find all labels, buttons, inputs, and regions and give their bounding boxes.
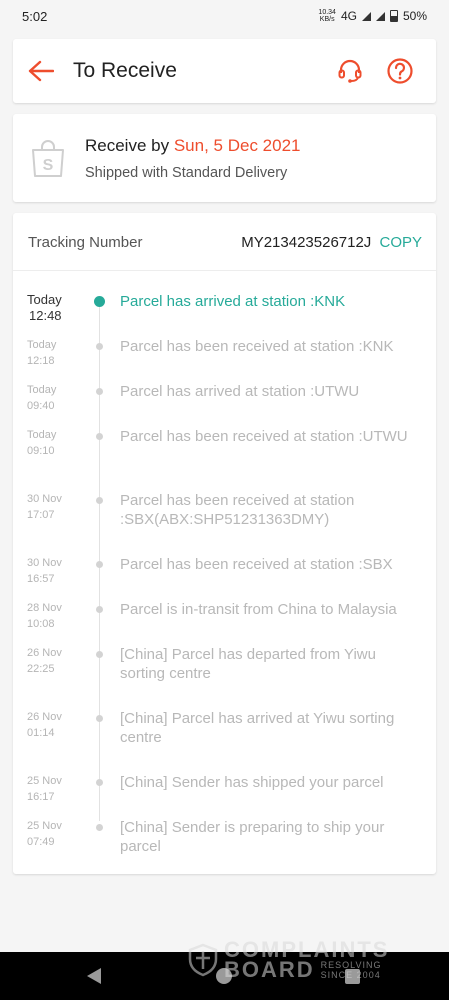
watermark-line2: BOARD <box>224 957 315 982</box>
question-circle-icon <box>387 58 413 84</box>
event-message: [China] Parcel has departed from Yiwu so… <box>120 646 376 682</box>
event-datetime: Today 09:40 <box>27 382 89 414</box>
event-message: Parcel has arrived at station :KNK <box>120 293 346 310</box>
battery-icon <box>389 10 398 22</box>
status-bar: 5:02 10.34 KB/s 4G 50% <box>0 0 449 32</box>
event-time: 12:18 <box>27 355 55 367</box>
event-datetime: Today 12:48 <box>27 292 89 324</box>
timeline-dot-icon <box>96 497 103 504</box>
event-datetime: Today 09:10 <box>27 427 89 459</box>
event-day: 30 Nov <box>27 493 62 505</box>
top-app-bar: To Receive <box>13 39 436 103</box>
event-day: 26 Nov <box>27 711 62 723</box>
tracking-number-value: MY213423526712J <box>241 234 372 251</box>
event-time: 10:08 <box>27 618 55 630</box>
event-time: 16:57 <box>27 573 55 585</box>
status-indicators: 10.34 KB/s 4G 50% <box>318 9 427 23</box>
event-message: Parcel has been received at station :SBX <box>120 556 393 573</box>
net-speed-unit: KB/s <box>319 16 335 23</box>
timeline-dot-icon <box>96 824 103 831</box>
event-day: 25 Nov <box>27 820 62 832</box>
back-button[interactable] <box>13 39 69 103</box>
timeline-dot-icon <box>96 715 103 722</box>
network-type: 4G <box>340 9 357 23</box>
event-message: [China] Parcel has arrived at Yiwu sorti… <box>120 710 395 746</box>
event-day: 25 Nov <box>27 775 62 787</box>
receive-by-text: Receive by Sun, 5 Dec 2021 <box>85 136 301 156</box>
event-datetime: Today 12:18 <box>27 337 89 369</box>
shipping-method: Shipped with Standard Delivery <box>85 165 288 181</box>
event-message: Parcel has arrived at station :UTWU <box>120 383 360 400</box>
receive-by-date: Sun, 5 Dec 2021 <box>173 136 301 155</box>
event-day: 28 Nov <box>27 602 62 614</box>
headset-icon <box>338 59 362 83</box>
timeline-dot-icon <box>96 651 103 658</box>
timeline-dot-icon <box>96 343 103 350</box>
event-time: 17:07 <box>27 509 55 521</box>
copy-button[interactable]: COPY <box>379 234 422 251</box>
event-message: Parcel has been received at station :SBX… <box>120 492 355 528</box>
timeline-dot-icon <box>96 433 103 440</box>
shopping-bag-icon: S <box>32 140 64 177</box>
event-datetime: 30 Nov 16:57 <box>27 555 89 587</box>
net-speed-value: 10.34 <box>318 9 336 16</box>
event-time: 09:10 <box>27 445 55 457</box>
event-datetime: 25 Nov 07:49 <box>27 818 89 850</box>
event-time: 12:48 <box>29 308 62 323</box>
timeline-dot-icon <box>96 388 103 395</box>
event-datetime: 25 Nov 16:17 <box>27 773 89 805</box>
event-day: Today <box>27 429 57 441</box>
tracking-card: Tracking Number MY213423526712J COPY Tod… <box>13 213 436 874</box>
timeline-dot-icon <box>96 606 103 613</box>
event-day: Today <box>27 292 62 307</box>
status-time: 5:02 <box>22 8 48 24</box>
timeline-dot-icon <box>96 561 103 568</box>
event-day: 30 Nov <box>27 557 62 569</box>
watermark-logo: COMPLAINTS BOARD RESOLVING SINCE 2004 <box>188 936 389 984</box>
receive-by-label: Receive by <box>85 136 170 155</box>
event-datetime: 30 Nov 17:07 <box>27 491 89 523</box>
arrow-left-icon <box>28 60 54 82</box>
event-time: 07:49 <box>27 836 55 848</box>
event-time: 22:25 <box>27 663 55 675</box>
event-message: [China] Sender is preparing to ship your… <box>120 819 385 855</box>
page-title: To Receive <box>73 59 177 82</box>
delivery-estimate-card: S Receive by Sun, 5 Dec 2021 Shipped wit… <box>13 114 436 202</box>
signal-icon <box>361 11 371 21</box>
event-message: Parcel is in-transit from China to Malay… <box>120 601 397 618</box>
shield-icon <box>188 943 218 977</box>
watermark-tag2: SINCE 2004 <box>320 970 381 980</box>
net-speed: 10.34 KB/s <box>318 9 336 23</box>
event-day: Today <box>27 339 57 351</box>
wifi-signal-icon <box>375 11 385 21</box>
event-datetime: 26 Nov 22:25 <box>27 645 89 677</box>
tracking-number-label: Tracking Number <box>28 234 143 251</box>
event-message: [China] Sender has shipped your parcel <box>120 774 384 791</box>
nav-back-icon[interactable] <box>87 968 101 984</box>
watermark-tag1: RESOLVING <box>320 960 382 970</box>
timeline-dot-icon <box>96 779 103 786</box>
event-day: Today <box>27 384 57 396</box>
event-message: Parcel has been received at station :KNK <box>120 338 394 355</box>
event-datetime: 26 Nov 01:14 <box>27 709 89 741</box>
event-day: 26 Nov <box>27 647 62 659</box>
battery-level: 50% <box>402 9 427 23</box>
event-time: 16:17 <box>27 791 55 803</box>
event-time: 01:14 <box>27 727 55 739</box>
event-message: Parcel has been received at station :UTW… <box>120 428 408 445</box>
support-button[interactable] <box>336 57 364 85</box>
timeline-dot-active-icon <box>94 296 105 307</box>
svg-text:S: S <box>43 157 54 174</box>
tracking-number-group: MY213423526712J COPY <box>241 234 422 251</box>
event-time: 09:40 <box>27 400 55 412</box>
help-button[interactable] <box>386 57 414 85</box>
event-datetime: 28 Nov 10:08 <box>27 600 89 632</box>
tracking-number-row: Tracking Number MY213423526712J COPY <box>13 213 436 271</box>
